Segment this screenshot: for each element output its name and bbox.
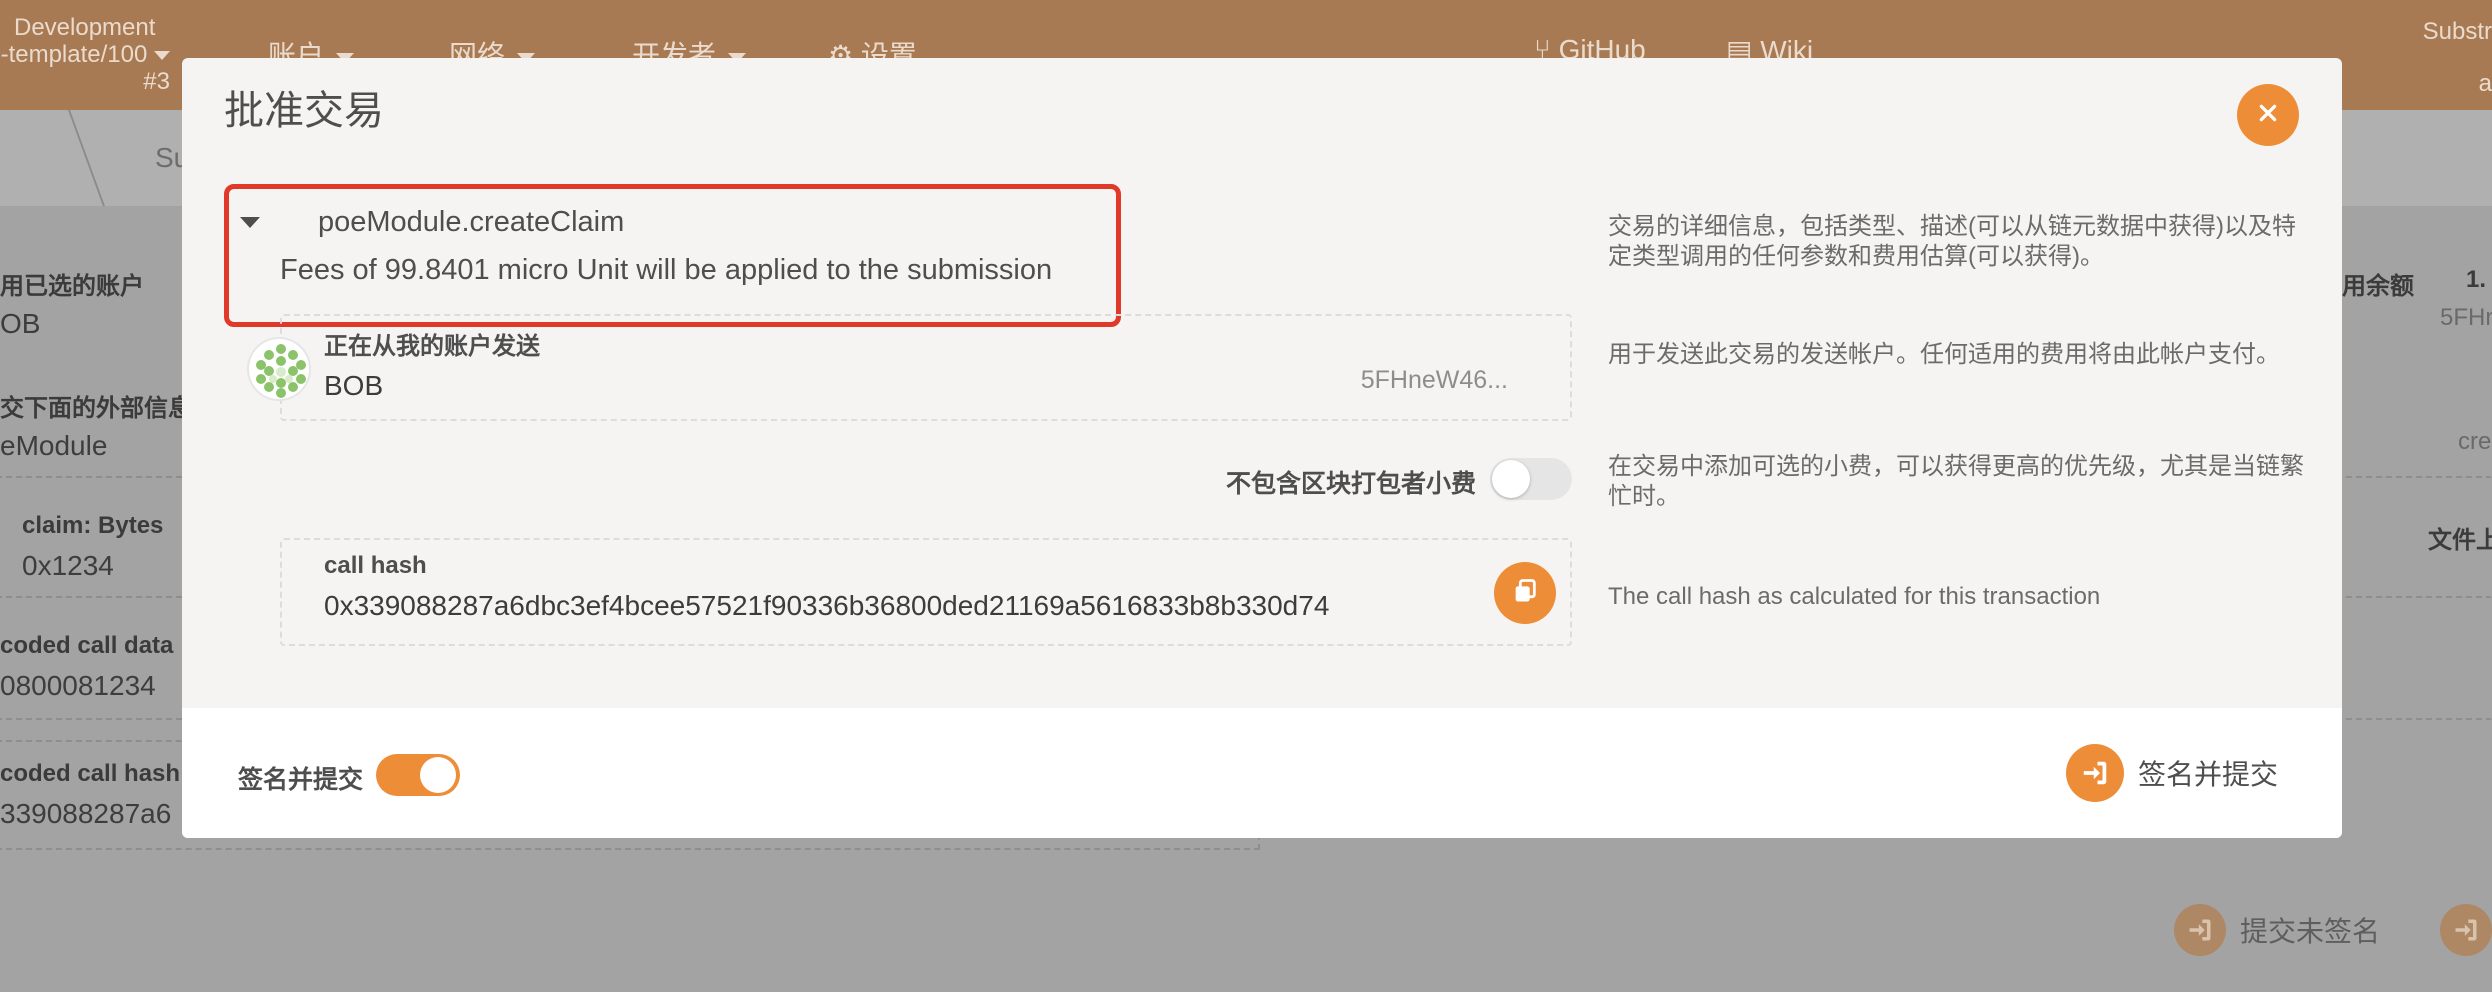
call-hash-value[interactable]: 0x339088287a6dbc3ef4bcee57521f90336b3680…: [324, 590, 1329, 622]
sign-submit-button-bg[interactable]: [2440, 904, 2492, 956]
sender-address: 5FHneW46...: [1360, 366, 1508, 394]
approve-transaction-modal: 批准交易 poeModule.createClaim Fees of 99.84…: [182, 58, 2342, 838]
sender-name[interactable]: BOB: [324, 370, 383, 402]
account-label: 用已选的账户: [0, 273, 144, 300]
submit-unsigned-button[interactable]: 提交未签名: [2174, 904, 2380, 956]
encoded-data-value: 0800081234: [0, 670, 156, 701]
close-button[interactable]: [2237, 84, 2299, 146]
call-hash-label: call hash: [324, 552, 427, 579]
encoded-hash-label: coded call hash: [0, 760, 181, 787]
extrinsic-right: cre: [2458, 428, 2492, 455]
call-help: 交易的详细信息，包括类型、描述(可以从链元数据中获得)以及特定类型调用的任何参数…: [1608, 213, 2296, 270]
balance-address: 5FHn: [2440, 304, 2492, 331]
sender-label: 正在从我的账户发送: [324, 333, 540, 360]
toggle-knob: [1492, 460, 1530, 498]
highlight-annotation: [224, 184, 1121, 327]
chain-node: de-template/100: [0, 41, 170, 68]
file-upload-label: 文件上: [2428, 527, 2492, 554]
claim-label: claim: Bytes: [22, 512, 164, 539]
modal-footer: 签名并提交 签名并提交: [182, 708, 2342, 838]
sign-in-icon: [2066, 744, 2124, 802]
toggle-knob: [420, 757, 456, 793]
breadcrumb-separator: [40, 110, 105, 206]
sign-in-icon: [2174, 904, 2226, 956]
avatar: [247, 337, 311, 401]
sign-in-icon: [2440, 904, 2492, 956]
sign-and-submit-button[interactable]: 签名并提交: [2066, 744, 2278, 802]
chain-block: #3: [143, 68, 170, 95]
tip-toggle[interactable]: [1490, 458, 1572, 500]
top-right-info: Substr a: [2423, 18, 2492, 98]
copy-button[interactable]: [1494, 562, 1556, 624]
account-value[interactable]: OB: [0, 308, 40, 340]
close-icon: [2257, 102, 2279, 129]
chain-network: Development: [14, 14, 156, 41]
sender-help: 用于发送此交易的发送帐户。任何适用的费用将由此帐户支付。: [1608, 341, 2280, 368]
sign-and-submit-label: 签名并提交: [2138, 759, 2279, 790]
encoded-hash-value: 339088287a6: [0, 798, 172, 829]
encoded-data-label: coded call data: [0, 632, 174, 659]
claim-value[interactable]: 0x1234: [22, 550, 114, 582]
copy-icon: [1511, 577, 1539, 610]
call-hash-help: The call hash as calculated for this tra…: [1608, 583, 2101, 610]
tip-help: 在交易中添加可选的小费，可以获得更高的优先级，尤其是当链繁忙时。: [1608, 453, 2304, 510]
modal-title: 批准交易: [224, 89, 384, 133]
top-right-line2: a: [2478, 70, 2492, 97]
extrinsic-label: 交下面的外部信息: [0, 395, 192, 422]
extrinsic-value[interactable]: eModule: [0, 430, 107, 462]
submit-unsigned-label: 提交未签名: [2240, 916, 2381, 947]
tip-label: 不包含区块打包者小费: [1226, 470, 1477, 498]
chevron-down-icon: [154, 51, 170, 61]
sign-submit-toggle[interactable]: [376, 754, 460, 796]
top-right-line1: Substr: [2422, 18, 2492, 45]
sign-submit-toggle-label: 签名并提交: [238, 766, 364, 794]
balance-value: 1.: [2466, 266, 2487, 293]
